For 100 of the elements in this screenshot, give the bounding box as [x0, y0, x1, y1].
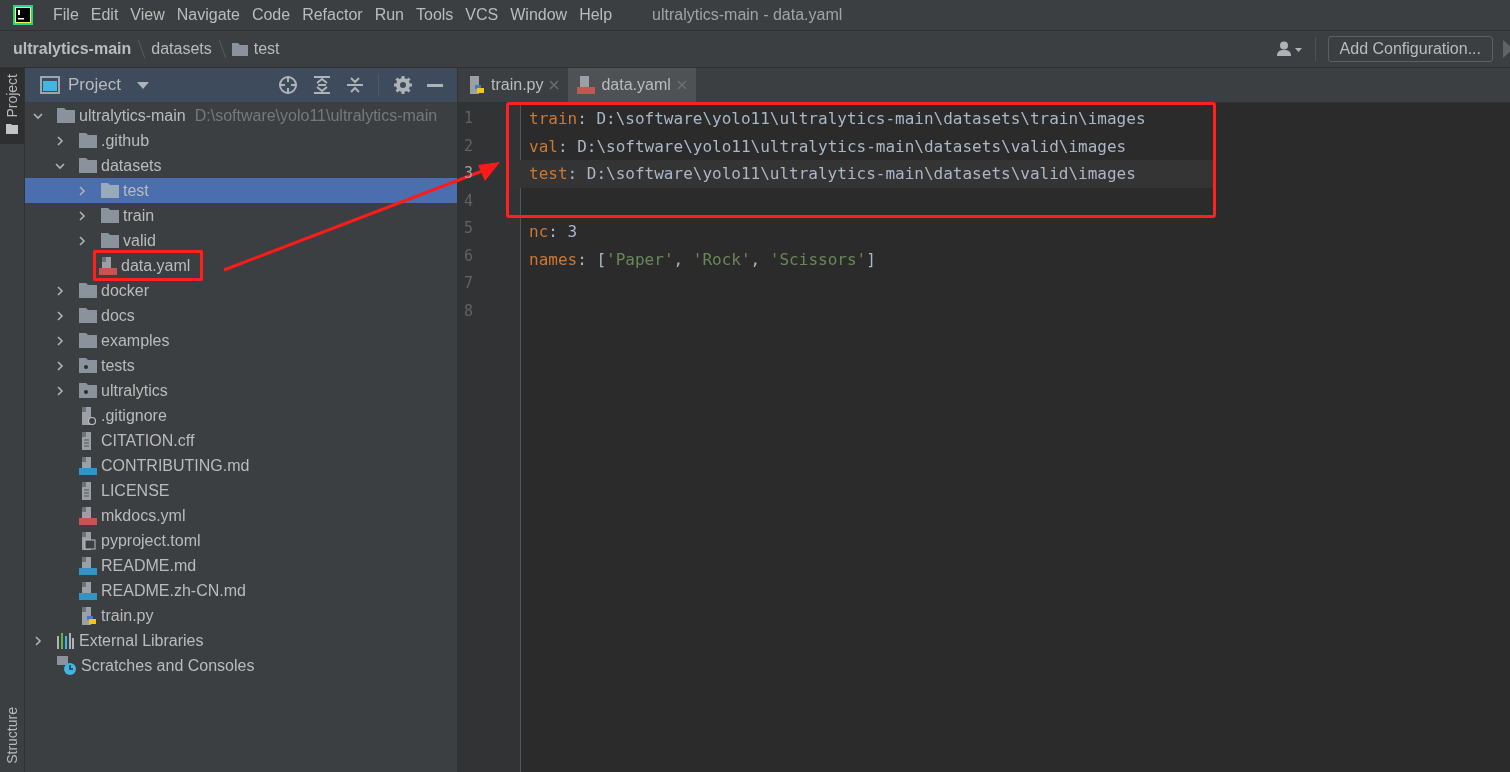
locate-icon[interactable]	[278, 75, 298, 95]
chevron-icon[interactable]	[55, 335, 65, 346]
menu-item[interactable]: Edit	[90, 6, 119, 24]
tree-item[interactable]: tests	[25, 353, 457, 378]
folder-icon	[79, 308, 97, 323]
breadcrumb-item[interactable]: test	[253, 40, 280, 58]
tree-item[interactable]: valid	[25, 228, 457, 253]
folder-icon	[79, 133, 97, 148]
folder-icon	[79, 333, 97, 348]
side-tab[interactable]: Project	[0, 68, 24, 144]
tree-item[interactable]: LICENSE	[25, 478, 457, 503]
tree-item[interactable]: docs	[25, 303, 457, 328]
chevron-icon[interactable]	[33, 635, 43, 646]
account-menu-button[interactable]	[1276, 41, 1303, 57]
tree-item-label: Scratches and Consoles	[81, 656, 255, 675]
tree-item-label: mkdocs.yml	[101, 506, 186, 525]
chevron-icon[interactable]	[77, 235, 87, 246]
tree-item[interactable]: .github	[25, 128, 457, 153]
tree-item[interactable]: mkdocs.yml	[25, 503, 457, 528]
folder-icon	[231, 42, 248, 56]
file-icon	[79, 531, 97, 550]
add-configuration-button[interactable]: Add Configuration...	[1327, 36, 1493, 62]
tree-item-label: CONTRIBUTING.md	[101, 456, 250, 475]
menu-item[interactable]: Window	[510, 6, 568, 24]
menu-item[interactable]: Navigate	[176, 6, 240, 24]
window-title: ultralytics-main - data.yaml	[652, 6, 843, 24]
chevron-icon[interactable]	[55, 310, 65, 321]
scratches-icon	[57, 655, 77, 676]
chevron-icon[interactable]	[55, 160, 65, 171]
panel-title[interactable]: Project	[68, 75, 121, 95]
menu-item[interactable]: Run	[374, 6, 404, 24]
tree-item-label: datasets	[101, 156, 162, 175]
breadcrumb-item[interactable]: datasets	[151, 40, 212, 58]
tree-item-label: README.md	[101, 556, 197, 575]
breadcrumb-item[interactable]: ultralytics-main	[13, 40, 132, 58]
folder-icon	[101, 208, 119, 223]
file-icon	[79, 456, 97, 475]
tree-item-label: test	[123, 181, 149, 200]
settings-icon[interactable]	[394, 76, 412, 94]
editor-tab[interactable]: train.py	[458, 68, 569, 102]
module-folder-icon	[79, 358, 97, 373]
tree-item-label: train.py	[101, 606, 154, 625]
tree-item-label: docs	[101, 306, 135, 325]
expand-all-icon[interactable]	[313, 76, 331, 94]
tree-item[interactable]: train.py	[25, 603, 457, 628]
file-icon	[79, 406, 97, 425]
tree-item-label: docker	[101, 281, 150, 300]
chevron-icon[interactable]	[55, 135, 65, 146]
tree-item-label: pyproject.toml	[101, 531, 201, 550]
editor-tab[interactable]: data.yaml	[568, 68, 696, 102]
tree-item[interactable]: docker	[25, 278, 457, 303]
tree-item-label: train	[123, 206, 155, 225]
chevron-icon[interactable]	[55, 360, 65, 371]
tree-item-label: valid	[123, 231, 156, 250]
code-line: train: D:\software\yolo11\ultralytics-main\datasets\train\images	[529, 109, 1146, 129]
menu-item[interactable]: VCS	[465, 6, 499, 24]
file-icon	[99, 256, 117, 275]
libraries-icon	[57, 632, 75, 649]
chevron-icon[interactable]	[55, 285, 65, 296]
collapse-all-icon[interactable]	[346, 76, 364, 94]
code-line: test: D:\software\yolo11\ultralytics-main\datasets\valid\images	[529, 164, 1136, 184]
tree-item[interactable]: README.zh-CN.md	[25, 578, 457, 603]
caret-icon[interactable]	[136, 81, 149, 89]
file-icon	[577, 76, 596, 94]
minimize-icon[interactable]	[427, 83, 443, 87]
menu-item[interactable]: Refactor	[302, 6, 363, 24]
tree-item[interactable]: .gitignore	[25, 403, 457, 428]
folder-icon	[101, 233, 119, 248]
chevron-icon[interactable]	[55, 385, 65, 396]
tree-item[interactable]: train	[25, 203, 457, 228]
tree-item-label: LICENSE	[101, 481, 170, 500]
code-line: val: D:\software\yolo11\ultralytics-main\datasets\valid\images	[529, 136, 1127, 156]
chevron-icon[interactable]	[33, 110, 43, 121]
tree-item[interactable]: ultralytics	[25, 378, 457, 403]
side-tab[interactable]: Structure	[0, 701, 24, 772]
menu-item[interactable]: Tools	[416, 6, 454, 24]
app-logo-icon	[13, 5, 33, 25]
tree-item[interactable]: data.yaml	[25, 253, 457, 278]
tree-item[interactable]: datasets	[25, 153, 457, 178]
tree-item[interactable]: pyproject.toml	[25, 528, 457, 553]
folder-icon	[79, 158, 97, 173]
folder-icon	[101, 183, 119, 198]
menu-item[interactable]: File	[53, 6, 79, 24]
tree-item[interactable]: examples	[25, 328, 457, 353]
folder-icon	[6, 123, 18, 134]
menu-item[interactable]: Help	[579, 6, 613, 24]
menu-item[interactable]: Code	[251, 6, 291, 24]
tree-item[interactable]: External Libraries	[25, 628, 457, 653]
tree-item[interactable]: ultralytics-main D:\software\yolo11\ultralytics-main	[25, 103, 457, 128]
tree-item[interactable]: Scratches and Consoles	[25, 653, 457, 678]
folder-icon	[57, 108, 75, 123]
tree-item-label: External Libraries	[79, 631, 204, 650]
menu-item[interactable]: View	[130, 6, 165, 24]
chevron-icon[interactable]	[77, 210, 87, 221]
tree-item-label: .gitignore	[101, 406, 167, 425]
tree-item-label: data.yaml	[121, 256, 191, 275]
tree-item[interactable]: CONTRIBUTING.md	[25, 453, 457, 478]
tree-item[interactable]: CITATION.cff	[25, 428, 457, 453]
tree-item[interactable]: README.md	[25, 553, 457, 578]
tree-item-label: CITATION.cff	[101, 431, 195, 450]
